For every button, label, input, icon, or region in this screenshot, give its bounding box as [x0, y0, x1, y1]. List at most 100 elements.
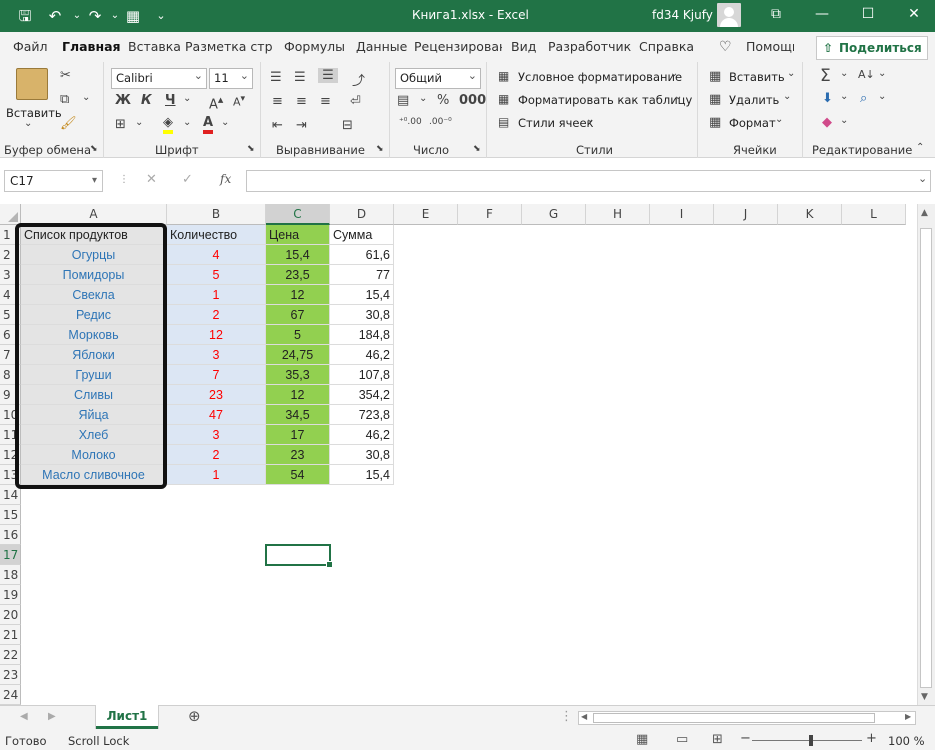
- cell-quantity[interactable]: 12: [167, 325, 266, 345]
- row-header-2[interactable]: 2: [0, 245, 21, 265]
- sort-filter-dropdown-icon[interactable]: ⌄: [878, 68, 886, 79]
- row-header-8[interactable]: 8: [0, 365, 21, 385]
- cell-sum[interactable]: 15,4: [330, 285, 394, 305]
- row-header-23[interactable]: 23: [0, 665, 21, 685]
- format-cells-button[interactable]: Формат: [729, 116, 776, 130]
- cell-quantity[interactable]: 2: [167, 305, 266, 325]
- row-header-15[interactable]: 15: [0, 505, 21, 525]
- font-size-combo[interactable]: 11: [209, 66, 253, 89]
- column-header-b[interactable]: B: [167, 204, 266, 225]
- close-icon[interactable]: ✕: [902, 6, 926, 22]
- tab-developer[interactable]: Разработчик: [548, 39, 631, 54]
- cell-product[interactable]: Масло сливочное: [21, 465, 167, 485]
- column-header-f[interactable]: F: [458, 204, 522, 225]
- tab-view[interactable]: Вид: [511, 39, 536, 54]
- cell-product[interactable]: Молоко: [21, 445, 167, 465]
- cancel-entry-icon[interactable]: ✕: [146, 172, 157, 187]
- name-box[interactable]: C17: [4, 170, 103, 192]
- spreadsheet-grid[interactable]: ABCDEFGHIJKL 1 2 3 4 5 6 7 8 9 10 11 12 13 14 15 16 17 18…: [0, 204, 935, 705]
- format-cells-icon[interactable]: ▦: [709, 115, 721, 130]
- redo-icon[interactable]: ↷: [84, 6, 106, 26]
- cell-styles-dropdown-icon[interactable]: ⌄: [586, 114, 594, 125]
- font-launcher-icon[interactable]: ⬊: [247, 144, 255, 154]
- cell-price[interactable]: 23,5: [266, 265, 330, 285]
- expand-formula-bar-icon[interactable]: ⌄: [918, 172, 927, 185]
- merge-center-icon[interactable]: ⊟: [342, 118, 353, 133]
- find-dropdown-icon[interactable]: ⌄: [878, 91, 886, 102]
- cell-product[interactable]: Свекла: [21, 285, 167, 305]
- avatar[interactable]: [717, 3, 741, 27]
- zoom-slider[interactable]: [752, 740, 862, 741]
- tab-home[interactable]: Главная: [62, 39, 121, 54]
- find-select-icon[interactable]: ⌕: [860, 91, 867, 106]
- row-header-21[interactable]: 21: [0, 625, 21, 645]
- tab-formulas[interactable]: Формулы: [284, 39, 345, 54]
- cell-price[interactable]: 24,75: [266, 345, 330, 365]
- save-icon[interactable]: 🖫: [14, 6, 36, 26]
- cell-sum[interactable]: 77: [330, 265, 394, 285]
- delete-dropdown-icon[interactable]: ⌄: [783, 91, 791, 102]
- font-name-combo[interactable]: Calibri: [111, 66, 207, 89]
- clipboard-launcher-icon[interactable]: ⬊: [90, 144, 98, 154]
- cell-price[interactable]: 12: [266, 285, 330, 305]
- active-cell-c17[interactable]: [265, 544, 333, 568]
- zoom-slider-thumb[interactable]: [809, 735, 813, 746]
- cell-product[interactable]: Груши: [21, 365, 167, 385]
- paste-button[interactable]: Вставить: [6, 106, 62, 120]
- align-middle-icon[interactable]: ☰: [294, 70, 306, 85]
- fill-dropdown-icon[interactable]: ⌄: [840, 91, 848, 102]
- cell-quantity[interactable]: 1: [167, 465, 266, 485]
- bold-button[interactable]: Ж: [115, 93, 131, 108]
- cell-sum[interactable]: 46,2: [330, 425, 394, 445]
- align-right-icon[interactable]: ≡: [320, 94, 331, 109]
- scroll-down-icon[interactable]: ▼: [921, 692, 928, 702]
- clear-icon[interactable]: ◆: [822, 115, 832, 130]
- tab-insert[interactable]: Вставка: [128, 39, 181, 54]
- calculator-icon[interactable]: ▦: [122, 6, 144, 26]
- collapse-ribbon-icon[interactable]: ⌃: [916, 142, 924, 153]
- cell-product[interactable]: Яйца: [21, 405, 167, 425]
- copy-icon[interactable]: ⧉: [60, 92, 69, 107]
- column-header-h[interactable]: H: [586, 204, 650, 225]
- cut-icon[interactable]: ✂: [60, 68, 71, 83]
- font-color-icon[interactable]: A: [203, 115, 214, 134]
- cell-product[interactable]: Огурцы: [21, 245, 167, 265]
- increase-indent-icon[interactable]: ⇥: [296, 118, 307, 133]
- cell-quantity[interactable]: 5: [167, 265, 266, 285]
- shrink-font-icon[interactable]: A▾: [233, 93, 245, 109]
- paste-icon[interactable]: [16, 68, 48, 100]
- orientation-icon[interactable]: ⤴: [352, 70, 365, 89]
- fill-color-dropdown-icon[interactable]: ⌄: [183, 117, 191, 128]
- sort-filter-icon[interactable]: A↓: [858, 68, 875, 81]
- format-painter-icon[interactable]: 🖌: [60, 116, 77, 131]
- insert-cells-icon[interactable]: ▦: [709, 69, 721, 84]
- cell-price[interactable]: 54: [266, 465, 330, 485]
- cell-product[interactable]: Хлеб: [21, 425, 167, 445]
- number-format-combo[interactable]: Общий: [395, 66, 481, 89]
- cell-price[interactable]: 5: [266, 325, 330, 345]
- align-bottom-icon[interactable]: ☰: [318, 68, 338, 83]
- row-header-9[interactable]: 9: [0, 385, 21, 405]
- insert-dropdown-icon[interactable]: ⌄: [787, 68, 795, 79]
- row-header-3[interactable]: 3: [0, 265, 21, 285]
- cell-product[interactable]: Помидоры: [21, 265, 167, 285]
- cell-sum[interactable]: 46,2: [330, 345, 394, 365]
- cell-sum[interactable]: 30,8: [330, 445, 394, 465]
- customize-toolbar-icon[interactable]: ⌄: [150, 6, 172, 26]
- insert-cells-button[interactable]: Вставить: [729, 70, 785, 84]
- cell-product[interactable]: Морковь: [21, 325, 167, 345]
- autosum-icon[interactable]: Σ: [820, 66, 831, 86]
- borders-icon[interactable]: ⊞: [115, 117, 126, 132]
- decrease-decimal-icon[interactable]: .00⁻⁰: [429, 117, 452, 127]
- confirm-entry-icon[interactable]: ✓: [182, 172, 193, 187]
- zoom-in-button[interactable]: +: [866, 731, 877, 746]
- page-layout-view-icon[interactable]: ▭: [676, 732, 688, 747]
- row-header-4[interactable]: 4: [0, 285, 21, 305]
- add-sheet-icon[interactable]: ⊕: [188, 707, 201, 725]
- cell-quantity[interactable]: 23: [167, 385, 266, 405]
- delete-cells-button[interactable]: Удалить: [729, 93, 779, 107]
- row-header-14[interactable]: 14: [0, 485, 21, 505]
- tab-page-layout[interactable]: Разметка стра: [185, 39, 272, 54]
- insert-function-button[interactable]: fx: [220, 172, 231, 186]
- zoom-level[interactable]: 100 %: [888, 734, 925, 748]
